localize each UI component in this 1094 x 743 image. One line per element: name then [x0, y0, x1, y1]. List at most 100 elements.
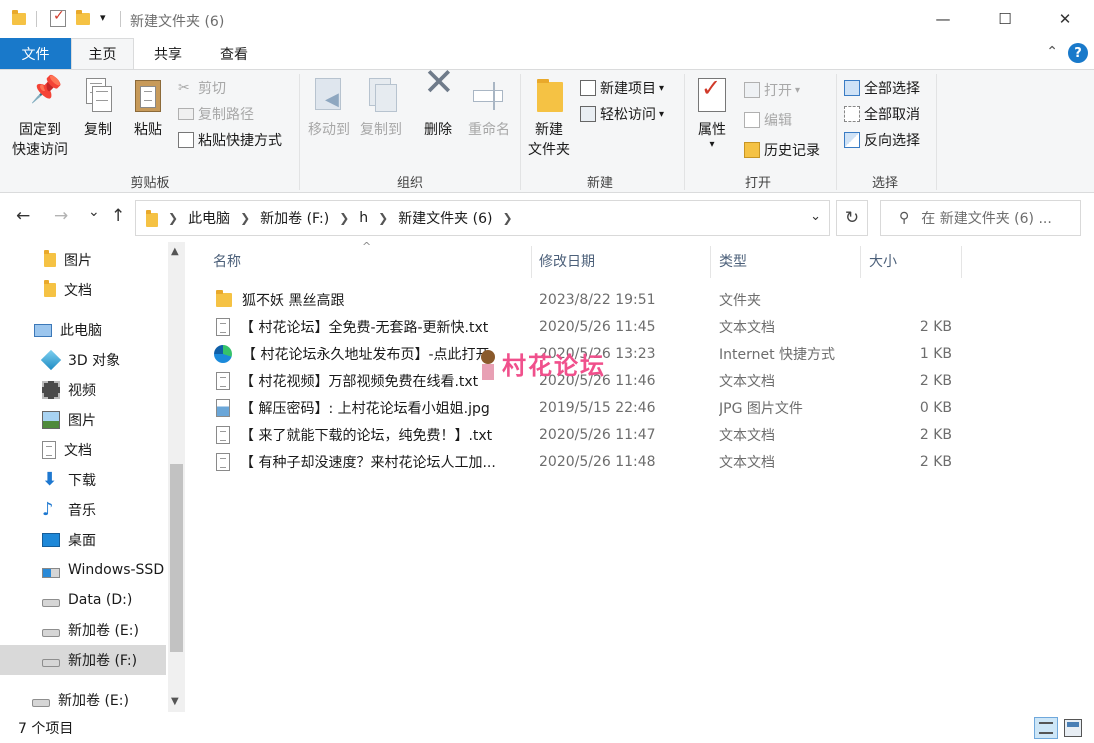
column-header-name[interactable]: 名称: [213, 242, 531, 280]
scissors-icon: ✂: [178, 80, 190, 96]
scrollbar-thumb[interactable]: [170, 464, 183, 652]
delete-x-icon: ✕: [423, 60, 455, 104]
large-icons-view-button[interactable]: [1064, 719, 1082, 737]
nav-item-drive-e-2[interactable]: 新加卷 (E:): [0, 685, 166, 715]
details-view-button[interactable]: [1034, 717, 1058, 739]
nav-pane-scrollbar[interactable]: ▲ ▼: [168, 242, 185, 712]
new-folder-icon[interactable]: [76, 10, 90, 25]
scroll-down-arrow-icon[interactable]: ▼: [171, 696, 179, 707]
nav-item-drive-f[interactable]: 新加卷 (F:): [0, 645, 166, 675]
breadcrumb-h[interactable]: h: [359, 210, 368, 226]
group-label-select: 选择: [871, 176, 898, 191]
copy-to-label: 复制到: [360, 122, 402, 138]
drive-icon: [42, 599, 60, 607]
tab-view[interactable]: 查看: [202, 38, 266, 69]
paste-shortcut-button[interactable]: 粘贴快捷方式: [178, 128, 282, 152]
column-header-modified[interactable]: 修改日期: [539, 242, 709, 280]
recent-locations-button[interactable]: ⌄: [88, 204, 100, 220]
nav-item-downloads[interactable]: ⬇ 下载: [0, 465, 166, 495]
easy-access-button[interactable]: 轻松访问 ▾: [580, 102, 664, 126]
column-divider[interactable]: [860, 246, 861, 278]
delete-button[interactable]: ✕ 删除: [418, 60, 458, 140]
scroll-up-arrow-icon[interactable]: ▲: [171, 246, 179, 257]
history-icon: [744, 142, 760, 158]
easy-access-icon: [580, 106, 596, 122]
table-row[interactable]: 【 来了就能下载的论坛，纯免费！】.txt 2020/5/26 11:47 文本…: [210, 421, 970, 448]
nav-item-pictures[interactable]: 图片: [0, 405, 166, 435]
nav-item-documents-quick[interactable]: 文档: [0, 275, 166, 305]
copy-button[interactable]: 复制: [76, 78, 120, 140]
drive-icon: [42, 629, 60, 637]
copy-path-button[interactable]: 复制路径: [178, 102, 254, 126]
chevron-right-icon: ❯: [502, 211, 513, 225]
rename-button[interactable]: 重命名: [462, 78, 516, 140]
properties-button[interactable]: ✓ 属性 ▾: [690, 76, 734, 150]
file-modified: 2023/8/22 19:51: [539, 291, 656, 308]
column-divider[interactable]: [961, 246, 962, 278]
column-divider[interactable]: [710, 246, 711, 278]
status-bar: 7 个项目: [0, 712, 1094, 743]
help-button[interactable]: ?: [1068, 43, 1088, 63]
nav-item-desktop[interactable]: 桌面: [0, 525, 166, 555]
tab-file[interactable]: 文件: [0, 38, 71, 69]
new-folder-button[interactable]: 新建 文件夹: [524, 78, 574, 160]
open-button[interactable]: 打开 ▾: [744, 78, 800, 102]
collapse-ribbon-button[interactable]: ⌃: [1046, 44, 1058, 60]
table-row[interactable]: 狐不妖 黑丝高跟 2023/8/22 19:51 文件夹: [210, 286, 970, 313]
pin-to-quick-access-button[interactable]: 📌 固定到 快速访问: [8, 77, 72, 160]
copy-icon: [80, 78, 116, 114]
address-bar[interactable]: ❯ 此电脑 ❯ 新加卷 (F:) ❯ h ❯ 新建文件夹 (6) ❯ ⌄: [135, 200, 830, 236]
tab-home[interactable]: 主页: [71, 38, 134, 69]
nav-item-drive-d[interactable]: Data (D:): [0, 585, 166, 615]
nav-item-windows-ssd[interactable]: Windows-SSD: [0, 555, 166, 585]
table-row[interactable]: 【 村花论坛】全免费-无套路-更新快.txt 2020/5/26 11:45 文…: [210, 313, 970, 340]
column-header-type[interactable]: 类型: [719, 242, 859, 280]
paste-button[interactable]: 粘贴: [126, 78, 170, 140]
file-type: 文件夹: [719, 292, 761, 309]
nav-item-music[interactable]: ♪ 音乐: [0, 495, 166, 525]
qat-dropdown-icon[interactable]: ▾: [100, 11, 106, 24]
minimize-button[interactable]: —: [920, 0, 966, 38]
breadcrumb-current-folder[interactable]: 新建文件夹 (6): [398, 208, 492, 228]
nav-item-label: 3D 对象: [68, 353, 121, 369]
file-type: 文本文档: [719, 373, 775, 390]
table-row[interactable]: 【 解压密码】: 上村花论坛看小姐姐.jpg 2019/5/15 22:46 J…: [210, 394, 970, 421]
select-none-button[interactable]: 全部取消: [844, 102, 920, 126]
folder-icon: [146, 209, 158, 227]
nav-item-documents[interactable]: 文档: [0, 435, 166, 465]
windows-drive-icon: [42, 567, 60, 578]
back-button[interactable]: ←: [16, 206, 30, 226]
close-button[interactable]: ✕: [1042, 0, 1088, 38]
move-to-button[interactable]: ◀ 移动到: [304, 78, 354, 140]
edit-button[interactable]: 编辑: [744, 108, 792, 132]
search-input[interactable]: ⚲ 在 新建文件夹 (6) ...: [880, 200, 1081, 236]
select-none-label: 全部取消: [864, 107, 920, 123]
nav-item-3d-objects[interactable]: 3D 对象: [0, 345, 166, 375]
cut-button[interactable]: ✂ 剪切: [178, 76, 226, 100]
new-item-button[interactable]: 新建项目 ▾: [580, 76, 664, 100]
history-button[interactable]: 历史记录: [744, 138, 820, 162]
forward-button[interactable]: →: [54, 206, 68, 226]
nav-item-drive-e[interactable]: 新加卷 (E:): [0, 615, 166, 645]
breadcrumb-drive-f[interactable]: 新加卷 (F:): [260, 208, 329, 228]
edit-label: 编辑: [764, 113, 792, 129]
table-row[interactable]: 【 有种子却没速度？来村花论坛人工加... 2020/5/26 11:48 文本…: [210, 448, 970, 475]
select-all-button[interactable]: 全部选择: [844, 76, 920, 100]
invert-selection-button[interactable]: 反向选择: [844, 128, 920, 152]
nav-item-label: 此电脑: [60, 323, 102, 339]
address-history-dropdown[interactable]: ⌄: [810, 209, 821, 224]
copy-to-button[interactable]: 复制到: [356, 78, 406, 140]
column-header-size[interactable]: 大小: [869, 242, 959, 280]
up-button[interactable]: ↑: [111, 206, 125, 226]
nav-item-videos[interactable]: 视频: [0, 375, 166, 405]
refresh-button[interactable]: ↻: [836, 200, 868, 236]
nav-item-pictures-quick[interactable]: 图片: [0, 245, 166, 275]
tab-share[interactable]: 共享: [136, 38, 200, 69]
folder-icon: [44, 250, 56, 267]
column-divider[interactable]: [531, 246, 532, 278]
breadcrumb-this-pc[interactable]: 此电脑: [188, 208, 230, 228]
nav-item-this-pc[interactable]: 此电脑: [0, 315, 166, 345]
maximize-button[interactable]: ☐: [982, 0, 1028, 38]
properties-check-icon[interactable]: ✓: [50, 8, 66, 27]
breadcrumb: ❯ 此电脑 ❯ 新加卷 (F:) ❯ h ❯ 新建文件夹 (6) ❯: [146, 201, 513, 235]
